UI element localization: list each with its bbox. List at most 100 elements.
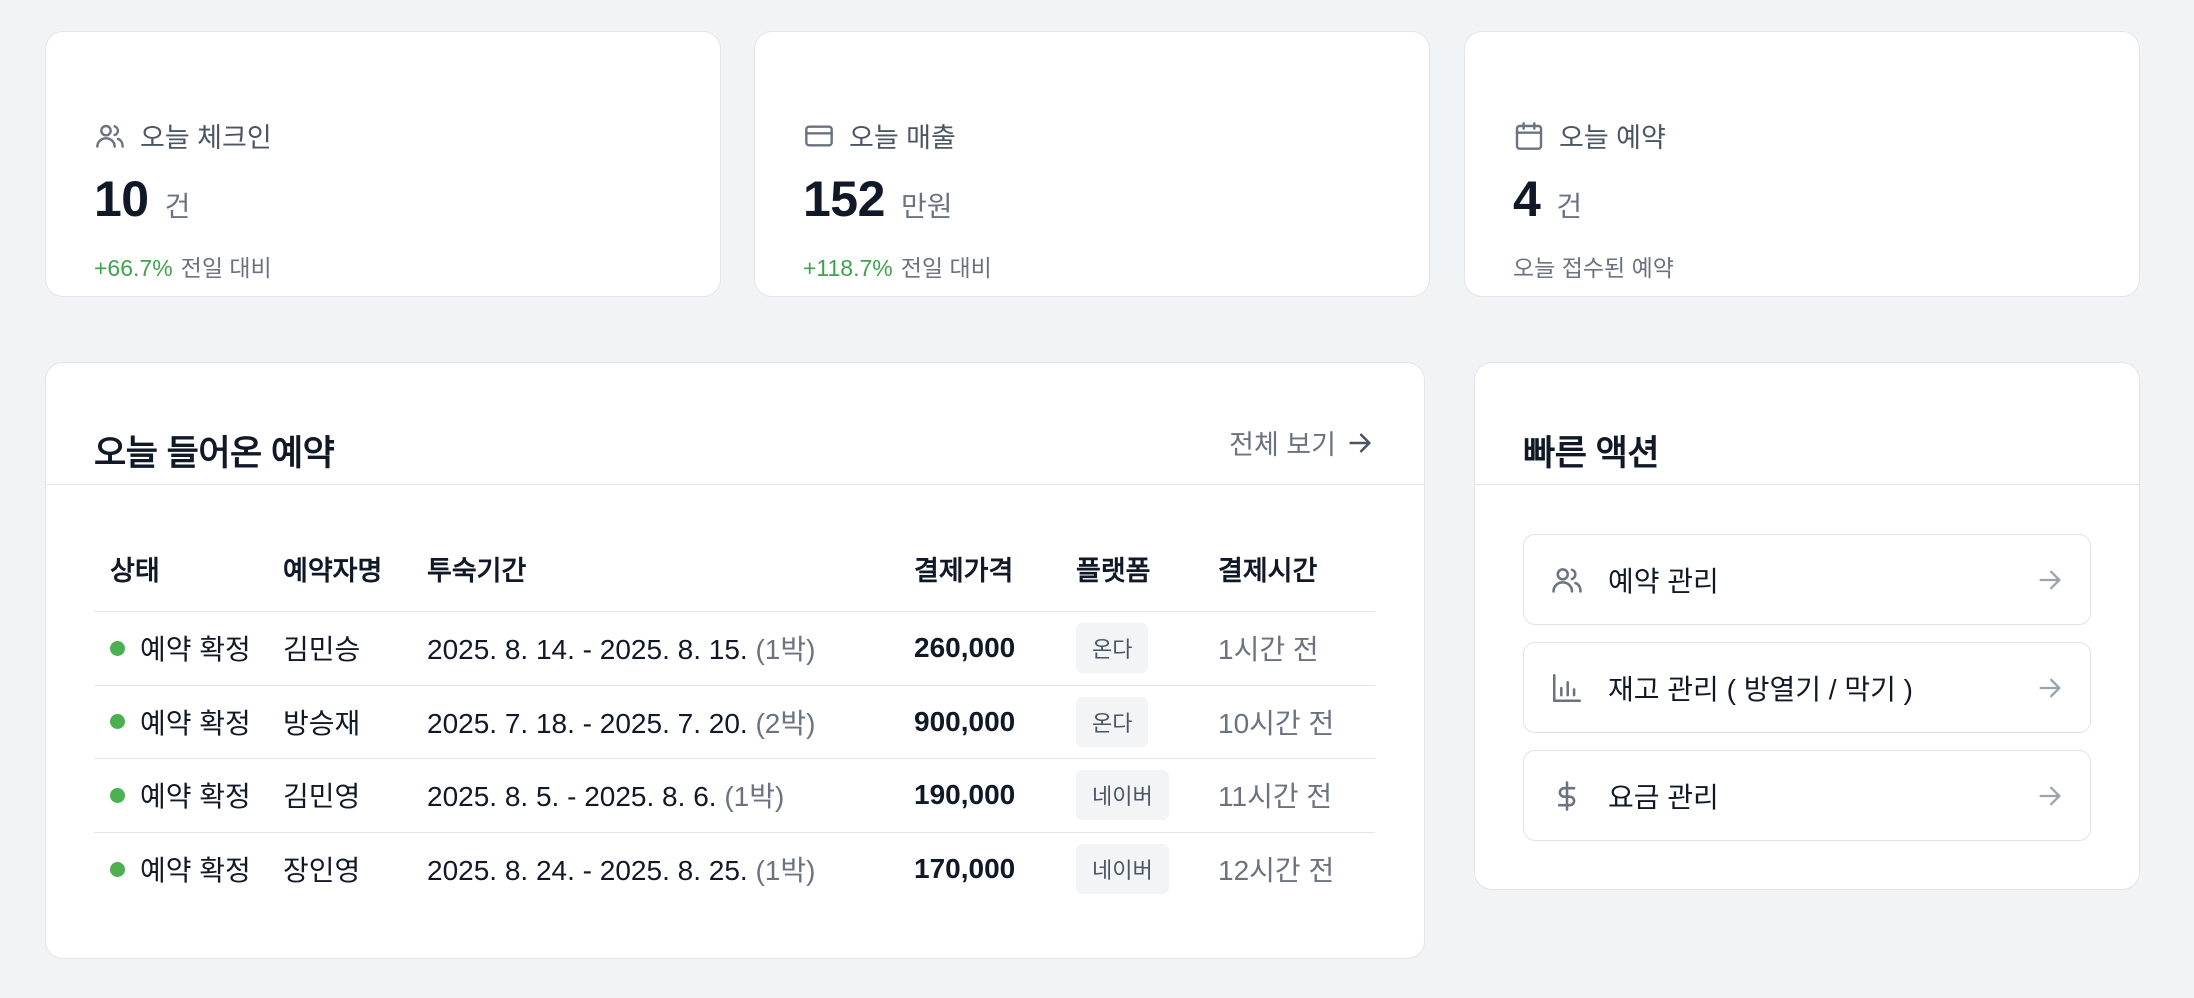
platform-badge: 네이버	[1076, 770, 1169, 821]
platform-cell: 네이버	[1076, 844, 1218, 895]
quick-actions-panel: 빠른 액션 예약 관리 재고 관리 ( 방열기 / 막기 ) 요금 관리	[1474, 362, 2140, 890]
quick-action-inventory[interactable]: 재고 관리 ( 방열기 / 막기 )	[1523, 642, 2091, 733]
dollar-icon	[1557, 780, 1576, 811]
column-header[interactable]: 투숙기간	[427, 549, 914, 588]
column-header[interactable]: 예약자명	[283, 549, 427, 588]
stay-period: 2025. 8. 5. - 2025. 8. 6. (1박)	[427, 775, 914, 815]
stat-value: 152	[803, 171, 885, 227]
payment-time: 1시간 전	[1218, 634, 1319, 666]
platform-badge: 네이버	[1076, 844, 1169, 895]
status-text: 예약 확정	[140, 707, 251, 739]
stay-period: 2025. 8. 14. - 2025. 8. 15. (1박)	[427, 628, 914, 668]
stat-title: 오늘 체크인	[140, 123, 272, 153]
arrow-right-icon	[2039, 786, 2061, 805]
platform-badge: 온다	[1076, 623, 1149, 674]
stat-card-checkin: 오늘 체크인 10 건 +66.7% 전일 대비	[45, 31, 721, 297]
users-icon	[96, 124, 124, 148]
status-text: 예약 확정	[140, 855, 251, 887]
platform-badge: 온다	[1076, 696, 1149, 747]
stay-nights: (1박)	[755, 855, 816, 887]
stat-card-header: 오늘 체크인	[94, 116, 272, 155]
column-header[interactable]: 결제가격	[914, 549, 1076, 588]
platform-cell: 네이버	[1076, 770, 1218, 821]
price: 170,000	[914, 853, 1016, 885]
guest-name: 장인영	[283, 855, 361, 887]
arrow-right-icon	[1349, 433, 1371, 452]
stat-delta: +118.7%	[803, 255, 893, 281]
panel-title: 빠른 액션	[1523, 434, 1660, 473]
status-cell: 예약 확정	[94, 849, 283, 889]
divider	[1475, 484, 2139, 485]
stay-dates: 2025. 8. 24. - 2025. 8. 25.	[427, 855, 748, 887]
price: 260,000	[914, 632, 1016, 664]
quick-action-label: 재고 관리 ( 방열기 / 막기 )	[1608, 673, 1913, 705]
stat-value-group: 10 건	[94, 170, 190, 228]
status-dot	[110, 787, 125, 803]
quick-action-pricing[interactable]: 요금 관리	[1523, 750, 2091, 841]
status-text: 예약 확정	[140, 634, 251, 666]
platform-cell: 온다	[1076, 696, 1218, 747]
view-all-link[interactable]: 전체 보기	[1229, 423, 1374, 462]
guest-name: 김민승	[283, 634, 361, 666]
price: 190,000	[914, 779, 1016, 811]
users-icon	[1552, 567, 1582, 593]
status-cell: 예약 확정	[94, 702, 283, 742]
stat-value-group: 4 건	[1513, 170, 1582, 228]
payment-time: 12시간 전	[1218, 855, 1335, 887]
stat-card-header: 오늘 매출	[803, 116, 956, 155]
table-row[interactable]: 예약 확정 김민영 2025. 8. 5. - 2025. 8. 6. (1박)…	[94, 759, 1375, 833]
bar-chart-icon	[1552, 673, 1582, 702]
column-header[interactable]: 결제시간	[1218, 549, 1375, 588]
reservations-table: 상태 예약자명 투숙기간 결제가격 플랫폼 결제시간 예약 확정 김민승 202…	[94, 526, 1375, 906]
credit-card-icon	[805, 124, 833, 147]
stat-unit: 만원	[900, 191, 953, 222]
table-row[interactable]: 예약 확정 김민승 2025. 8. 14. - 2025. 8. 15. (1…	[94, 612, 1375, 686]
stat-value-group: 152 만원	[803, 170, 952, 228]
price: 900,000	[914, 705, 1016, 737]
calendar-icon	[1515, 121, 1543, 150]
platform-cell: 온다	[1076, 623, 1218, 674]
stat-sub-label: 오늘 접수된 예약	[1513, 255, 1674, 281]
stat-sub-label: 전일 대비	[180, 255, 272, 281]
quick-action-reservations[interactable]: 예약 관리	[1523, 534, 2091, 625]
stay-nights: (1박)	[755, 634, 816, 666]
payment-time: 11시간 전	[1218, 781, 1333, 813]
stay-dates: 2025. 8. 14. - 2025. 8. 15.	[427, 634, 748, 666]
stay-nights: (2박)	[755, 707, 816, 739]
stat-subtext: +66.7% 전일 대비	[94, 249, 272, 283]
stat-sub-label: 전일 대비	[900, 255, 992, 281]
stat-value: 4	[1513, 171, 1541, 227]
column-header[interactable]: 상태	[94, 549, 283, 588]
stat-title: 오늘 매출	[849, 123, 956, 153]
stat-card-revenue: 오늘 매출 152 만원 +118.7% 전일 대비	[754, 31, 1430, 297]
quick-action-label: 예약 관리	[1608, 565, 1719, 597]
stay-period: 2025. 7. 18. - 2025. 7. 20. (2박)	[427, 702, 914, 742]
stat-card-bookings: 오늘 예약 4 건 오늘 접수된 예약	[1464, 31, 2140, 297]
arrow-right-icon	[2039, 570, 2061, 589]
stay-nights: (1박)	[724, 781, 785, 813]
stat-unit: 건	[1556, 191, 1583, 222]
table-row[interactable]: 예약 확정 방승재 2025. 7. 18. - 2025. 7. 20. (2…	[94, 686, 1375, 759]
reservations-panel: 오늘 들어온 예약 전체 보기 상태 예약자명 투숙기간 결제가격 플랫폼 결제…	[45, 362, 1425, 959]
stat-unit: 건	[164, 191, 191, 222]
stat-card-header: 오늘 예약	[1513, 116, 1666, 155]
divider	[46, 484, 1424, 485]
panel-title: 오늘 들어온 예약	[94, 434, 335, 473]
status-text: 예약 확정	[140, 781, 251, 813]
stat-subtext: 오늘 접수된 예약	[1513, 249, 1674, 283]
status-dot	[110, 714, 125, 730]
guest-name: 방승재	[283, 707, 361, 739]
status-dot	[110, 861, 125, 877]
stat-title: 오늘 예약	[1559, 123, 1666, 153]
stay-period: 2025. 8. 24. - 2025. 8. 25. (1박)	[427, 849, 914, 889]
quick-action-label: 요금 관리	[1608, 781, 1719, 813]
status-dot	[110, 640, 125, 656]
status-cell: 예약 확정	[94, 775, 283, 815]
table-header-row: 상태 예약자명 투숙기간 결제가격 플랫폼 결제시간	[94, 526, 1375, 612]
stay-dates: 2025. 7. 18. - 2025. 7. 20.	[427, 707, 748, 739]
stat-delta: +66.7%	[94, 255, 173, 281]
table-row[interactable]: 예약 확정 장인영 2025. 8. 24. - 2025. 8. 25. (1…	[94, 833, 1375, 907]
guest-name: 김민영	[283, 781, 361, 813]
arrow-right-icon	[2039, 678, 2061, 697]
column-header[interactable]: 플랫폼	[1076, 549, 1218, 588]
